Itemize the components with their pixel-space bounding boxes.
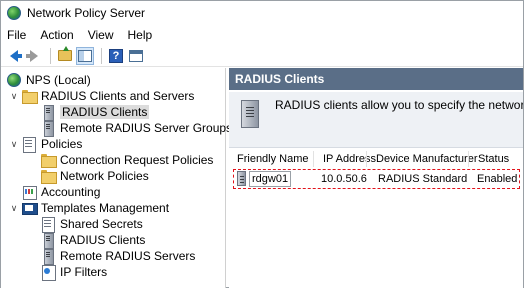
folder-icon	[41, 153, 57, 168]
forward-button[interactable]	[25, 47, 43, 65]
chevron-down-icon[interactable]: ∨	[9, 139, 19, 150]
table-header: Friendly Name IP Address Device Manufact…	[229, 151, 523, 167]
tree-item-label: Policies	[41, 137, 83, 151]
tree-item-label: RADIUS Clients and Servers	[41, 89, 195, 103]
nps-icon	[7, 73, 21, 87]
tree-item-remote-radius-server-groups[interactable]: Remote RADIUS Server Groups	[41, 120, 233, 137]
tree-item-connection-request-policies[interactable]: Connection Request Policies	[41, 152, 213, 168]
back-button[interactable]	[5, 47, 23, 65]
tree-item-ip-filters[interactable]: IP Filters	[41, 264, 108, 281]
properties-button[interactable]	[127, 47, 145, 65]
tree-item-label: IP Filters	[60, 265, 108, 279]
cell-friendly-name[interactable]: rdgw01	[249, 171, 292, 187]
folder-icon	[41, 169, 57, 184]
column-header-device-manufacturer[interactable]: Device Manufacturer	[366, 151, 478, 167]
tree-item-templates-management[interactable]: ∨ Templates Management	[9, 200, 169, 216]
show-hide-console-tree-button[interactable]	[76, 46, 94, 65]
policies-icon	[22, 137, 36, 153]
server-icon	[241, 100, 259, 128]
server-icon	[41, 249, 55, 265]
tree-item-template-radius-clients[interactable]: RADIUS Clients	[41, 232, 146, 249]
menu-help[interactable]: Help	[128, 28, 153, 42]
show-hide-console-tree-icon	[78, 49, 92, 62]
tree-item-radius-clients-servers[interactable]: ∨ RADIUS Clients and Servers	[9, 88, 194, 104]
tree-item-label: Remote RADIUS Server Groups	[60, 121, 233, 135]
tree-item-nps-local[interactable]: NPS (Local)	[7, 72, 91, 88]
up-one-level-button[interactable]	[56, 46, 74, 65]
chevron-down-icon[interactable]: ∨	[9, 203, 19, 214]
radius-client-icon	[237, 171, 246, 186]
tree-item-accounting[interactable]: Accounting	[22, 184, 100, 200]
menu-action[interactable]: Action	[40, 28, 73, 42]
properties-icon	[129, 49, 143, 62]
info-text: RADIUS clients allow you to specify the …	[275, 98, 523, 112]
menu-file[interactable]: File	[7, 28, 26, 42]
nps-window: Network Policy Server File Action View H…	[0, 0, 524, 288]
server-icon	[41, 121, 55, 137]
tree-item-label: Accounting	[41, 185, 101, 199]
column-header-status[interactable]: Status	[468, 151, 523, 167]
tree-item-label: Shared Secrets	[60, 217, 143, 231]
cell-status: Enabled	[477, 173, 518, 185]
console-tree: NPS (Local) ∨ RADIUS Clients and Servers…	[1, 68, 232, 288]
tree-item-policies[interactable]: ∨ Policies	[9, 136, 83, 153]
forward-icon	[26, 49, 38, 62]
table-row[interactable]: rdgw01 10.0.50.6 RADIUS Standard Enabled	[233, 169, 520, 189]
menu-bar: File Action View Help	[1, 25, 523, 45]
tree-item-radius-clients[interactable]: RADIUS Clients	[41, 104, 150, 121]
tree-item-label: Templates Management	[41, 201, 170, 215]
tree-item-shared-secrets[interactable]: Shared Secrets	[41, 216, 143, 233]
accounting-icon	[22, 185, 37, 200]
title-bar: Network Policy Server	[1, 1, 523, 25]
cell-device-manufacturer: RADIUS Standard	[378, 173, 468, 185]
nps-app-icon	[7, 6, 21, 20]
tree-item-label: Network Policies	[60, 169, 149, 183]
menu-view[interactable]: View	[88, 28, 114, 42]
results-pane: RADIUS Clients RADIUS clients allow you …	[229, 68, 523, 288]
folder-icon	[22, 89, 38, 104]
window-title: Network Policy Server	[27, 6, 146, 20]
tree-item-network-policies[interactable]: Network Policies	[41, 168, 149, 184]
server-icon	[41, 233, 55, 249]
document-icon	[41, 217, 55, 233]
toolbar: ?	[1, 45, 523, 67]
help-button[interactable]: ?	[107, 47, 125, 65]
results-pane-header: RADIUS Clients	[229, 68, 523, 90]
up-folder-icon	[58, 46, 72, 61]
server-icon	[41, 105, 55, 121]
tree-item-template-remote-radius-servers[interactable]: Remote RADIUS Servers	[41, 248, 196, 265]
templates-icon	[22, 201, 38, 215]
tree-item-label: Connection Request Policies	[60, 153, 214, 167]
tree-item-label: Remote RADIUS Servers	[60, 249, 196, 263]
toolbar-separator	[101, 47, 102, 64]
column-header-friendly-name[interactable]: Friendly Name	[229, 151, 309, 167]
chevron-down-icon[interactable]: ∨	[9, 91, 19, 102]
cell-ip-address: 10.0.50.6	[321, 173, 367, 185]
column-header-ip-address[interactable]: IP Address	[313, 151, 376, 167]
info-banner: RADIUS clients allow you to specify the …	[229, 92, 523, 148]
toolbar-separator	[50, 47, 51, 64]
tree-item-label: RADIUS Clients	[60, 233, 146, 247]
back-icon	[10, 49, 22, 62]
help-icon: ?	[109, 48, 123, 63]
ip-filter-icon	[41, 265, 56, 281]
tree-item-label: RADIUS Clients	[60, 105, 150, 119]
tree-item-label: NPS (Local)	[26, 73, 91, 87]
